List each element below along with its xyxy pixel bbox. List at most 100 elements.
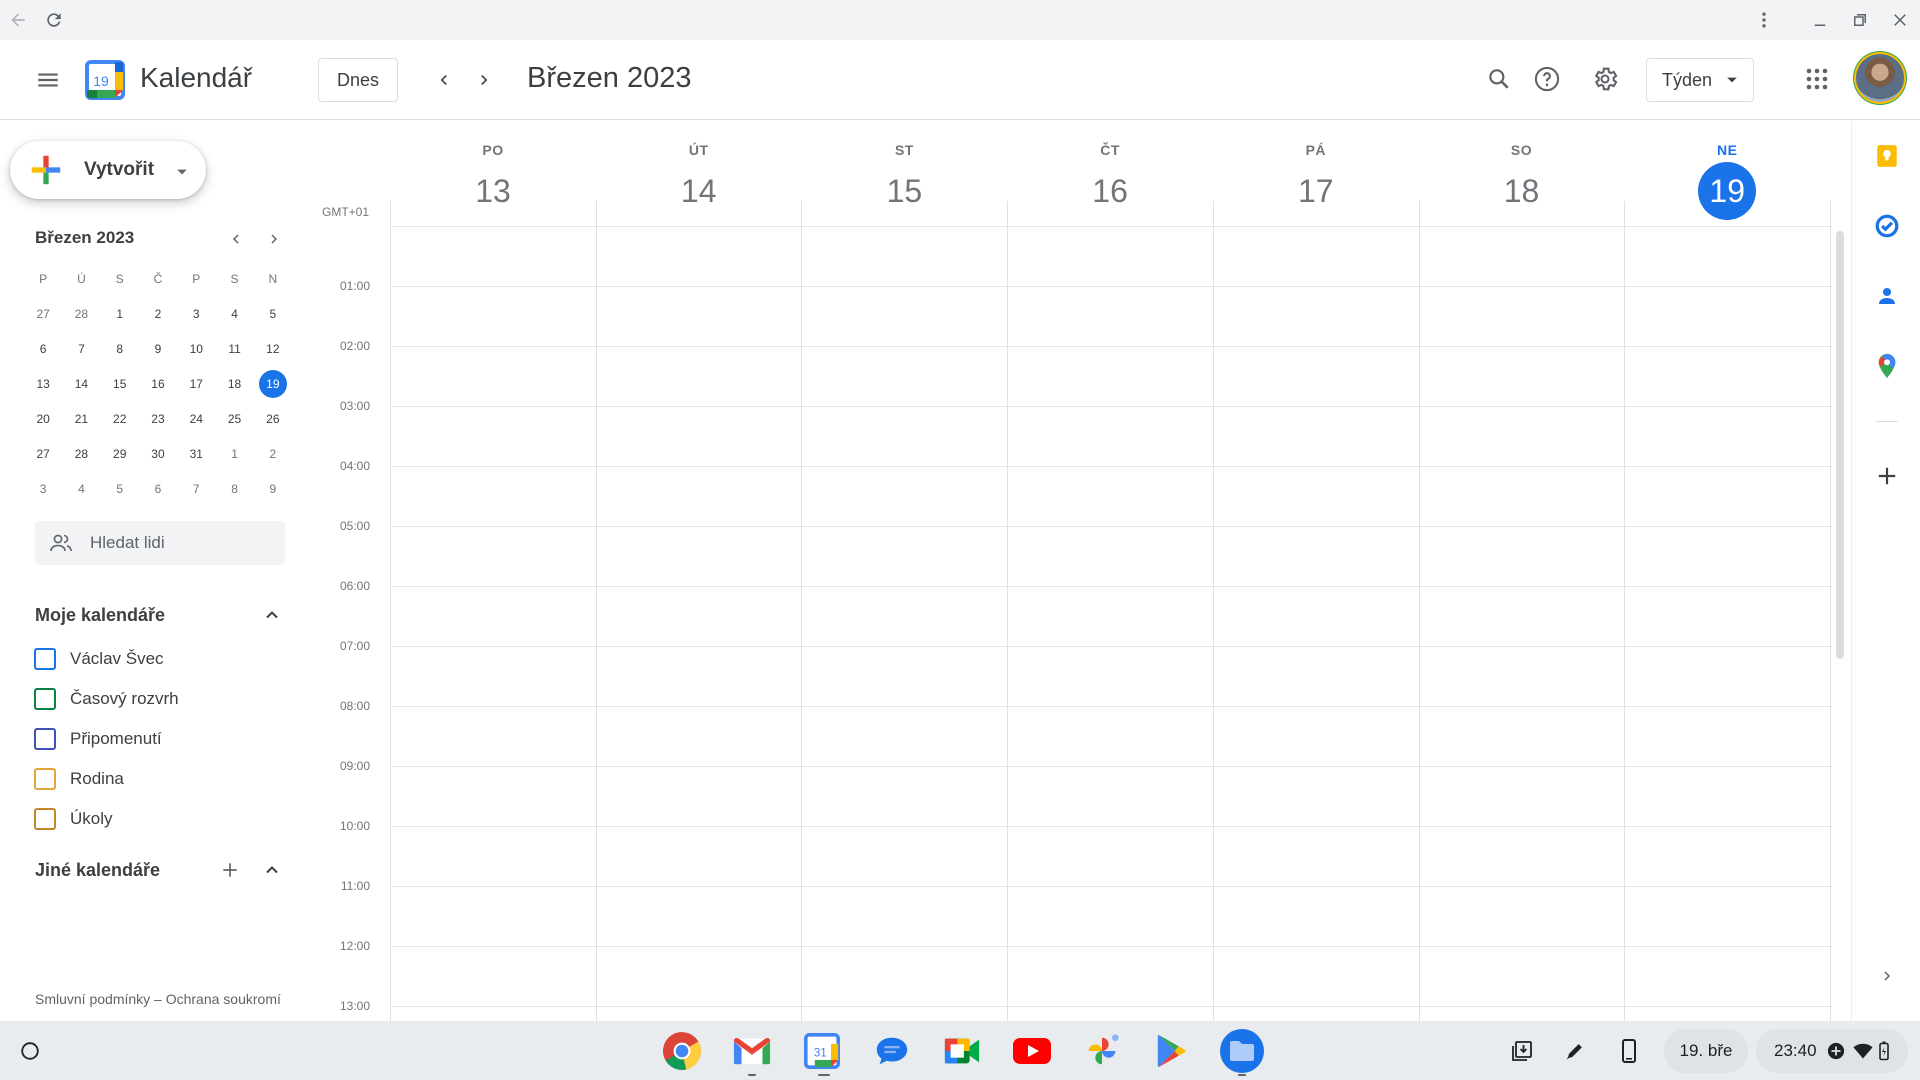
mini-day[interactable]: 16 — [139, 377, 177, 391]
more-vert-icon[interactable] — [1750, 6, 1778, 34]
mini-day[interactable]: 22 — [101, 412, 139, 426]
date-tray[interactable]: 19. bře — [1664, 1029, 1748, 1073]
day-date[interactable]: 15 — [887, 173, 923, 209]
mini-day[interactable]: 12 — [254, 342, 292, 356]
apps-grid-icon[interactable] — [1794, 56, 1840, 102]
mini-day[interactable]: 24 — [177, 412, 215, 426]
chrome-icon[interactable] — [660, 1029, 704, 1073]
photos-icon[interactable] — [1080, 1029, 1124, 1073]
main-menu-icon[interactable] — [24, 56, 72, 104]
meet-icon[interactable] — [940, 1029, 984, 1073]
mini-day[interactable]: 9 — [139, 342, 177, 356]
collapse-other-calendars-icon[interactable] — [258, 856, 286, 884]
mini-day[interactable]: 29 — [101, 447, 139, 461]
my-calendars-title[interactable]: Moje kalendáře — [35, 605, 165, 626]
mini-day[interactable]: 8 — [215, 482, 253, 496]
day-date[interactable]: 14 — [681, 173, 717, 209]
mini-day[interactable]: 4 — [62, 482, 100, 496]
status-tray[interactable]: 23:40 — [1756, 1029, 1908, 1073]
restore-icon[interactable] — [1846, 6, 1874, 34]
mini-day[interactable]: 14 — [62, 377, 100, 391]
search-icon[interactable] — [1476, 56, 1522, 102]
mini-day[interactable]: 9 — [254, 482, 292, 496]
day-header-pá[interactable]: PÁ 17 — [1213, 121, 1419, 220]
grid-scrollbar[interactable] — [1836, 231, 1844, 659]
back-icon[interactable] — [4, 6, 32, 34]
day-header-so[interactable]: SO 18 — [1419, 121, 1625, 220]
day-header-po[interactable]: PO 13 — [390, 121, 596, 220]
calendar-item[interactable]: Rodina — [34, 765, 124, 793]
add-other-calendar-icon[interactable] — [216, 856, 244, 884]
settings-gear-icon[interactable] — [1582, 56, 1628, 102]
reload-icon[interactable] — [40, 6, 68, 34]
mini-day[interactable]: 25 — [215, 412, 253, 426]
hide-side-panel-icon[interactable] — [1872, 961, 1902, 991]
launcher-icon[interactable] — [8, 1029, 52, 1073]
stylus-pen-icon[interactable] — [1553, 1029, 1597, 1073]
mini-day[interactable]: 20 — [24, 412, 62, 426]
mini-day[interactable]: 18 — [215, 377, 253, 391]
close-icon[interactable] — [1886, 6, 1914, 34]
mini-day[interactable]: 28 — [62, 307, 100, 321]
day-date[interactable]: 17 — [1298, 173, 1334, 209]
screen-capture-icon[interactable] — [1500, 1029, 1544, 1073]
youtube-icon[interactable] — [1010, 1029, 1054, 1073]
calendar-checkbox[interactable] — [34, 768, 56, 790]
mini-day[interactable]: 1 — [101, 307, 139, 321]
mini-day[interactable]: 1 — [215, 447, 253, 461]
next-period-icon[interactable] — [466, 62, 502, 98]
keep-icon[interactable] — [1872, 141, 1902, 171]
calendar-logo-icon[interactable]: 19 — [84, 59, 126, 101]
mini-day[interactable]: 26 — [254, 412, 292, 426]
mini-day[interactable]: 6 — [139, 482, 177, 496]
collapse-my-calendars-icon[interactable] — [258, 601, 286, 629]
terms-privacy-links[interactable]: Smluvní podmínky – Ochrana soukromí — [35, 991, 281, 1007]
day-date[interactable]: 13 — [475, 173, 511, 209]
day-header-čt[interactable]: ČT 16 — [1007, 121, 1213, 220]
mini-next-month-icon[interactable] — [260, 225, 288, 253]
phone-hub-icon[interactable] — [1607, 1029, 1651, 1073]
help-icon[interactable] — [1524, 56, 1570, 102]
mini-day[interactable]: 3 — [24, 482, 62, 496]
messages-icon[interactable] — [870, 1029, 914, 1073]
mini-day[interactable]: 27 — [24, 307, 62, 321]
mini-day[interactable]: 5 — [254, 307, 292, 321]
mini-day[interactable]: 2 — [139, 307, 177, 321]
mini-day[interactable]: 2 — [254, 447, 292, 461]
mini-day[interactable]: 7 — [62, 342, 100, 356]
get-addons-plus-icon[interactable] — [1872, 461, 1902, 491]
mini-day[interactable]: 7 — [177, 482, 215, 496]
mini-day[interactable]: 5 — [101, 482, 139, 496]
mini-day[interactable]: 15 — [101, 377, 139, 391]
create-button[interactable]: Vytvořit — [10, 141, 206, 199]
prev-period-icon[interactable] — [426, 62, 462, 98]
calendar-checkbox[interactable] — [34, 688, 56, 710]
mini-day[interactable]: 4 — [215, 307, 253, 321]
mini-day[interactable]: 13 — [24, 377, 62, 391]
day-date[interactable]: 19 — [1698, 162, 1757, 220]
calendar-checkbox[interactable] — [34, 808, 56, 830]
mini-day[interactable]: 30 — [139, 447, 177, 461]
mini-day[interactable]: 8 — [101, 342, 139, 356]
play-store-icon[interactable] — [1150, 1029, 1194, 1073]
mini-day[interactable]: 21 — [62, 412, 100, 426]
mini-day[interactable]: 3 — [177, 307, 215, 321]
day-date[interactable]: 18 — [1504, 173, 1540, 209]
mini-day[interactable]: 28 — [62, 447, 100, 461]
account-avatar[interactable] — [1856, 54, 1904, 102]
calendar-checkbox[interactable] — [34, 728, 56, 750]
mini-day[interactable]: 23 — [139, 412, 177, 426]
day-date[interactable]: 16 — [1092, 173, 1128, 209]
mini-day[interactable]: 17 — [177, 377, 215, 391]
tasks-icon[interactable] — [1872, 211, 1902, 241]
calendar-checkbox[interactable] — [34, 648, 56, 670]
calendar-item[interactable]: Časový rozvrh — [34, 685, 179, 713]
day-header-ne[interactable]: NE 19 — [1624, 121, 1830, 220]
mini-day[interactable]: 31 — [177, 447, 215, 461]
mini-day[interactable]: 19 — [254, 369, 292, 398]
gmail-icon[interactable] — [730, 1029, 774, 1073]
day-header-st[interactable]: ST 15 — [801, 121, 1007, 220]
calendar-icon[interactable]: 31 — [800, 1029, 844, 1073]
mini-day[interactable]: 11 — [215, 342, 253, 356]
contacts-icon[interactable] — [1872, 281, 1902, 311]
